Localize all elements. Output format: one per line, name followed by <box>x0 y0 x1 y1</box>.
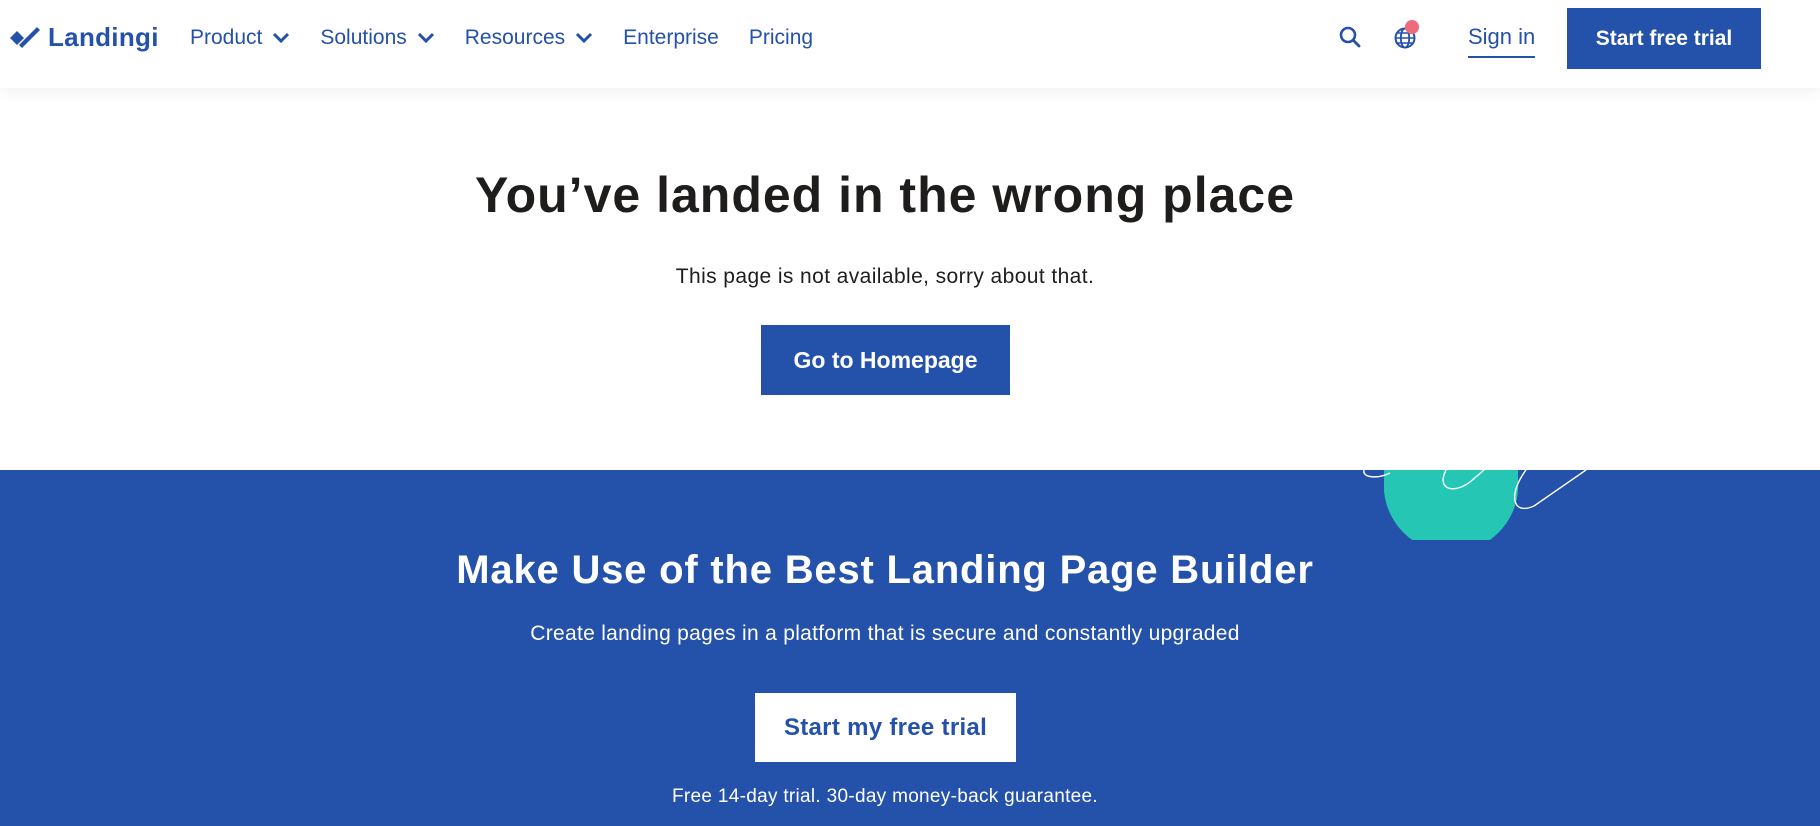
nav-item-solutions[interactable]: Solutions <box>320 26 434 50</box>
nav-item-enterprise[interactable]: Enterprise <box>623 26 719 50</box>
nav-item-pricing[interactable]: Pricing <box>749 26 813 50</box>
error-title: You’ve landed in the wrong place <box>474 167 1296 223</box>
decorative-shapes <box>1363 470 1587 540</box>
chevron-down-icon <box>273 32 290 44</box>
logo-text: Landingi <box>48 22 159 52</box>
nav-item-label: Pricing <box>748 26 814 49</box>
nav-item-label: Resources <box>464 26 566 49</box>
cta-title: Make Use of the Best Landing Page Builde… <box>456 548 1314 592</box>
chevron-down-icon <box>417 32 434 44</box>
nav-item-label: Solutions <box>320 26 407 49</box>
nav-item-label: Product <box>190 26 263 49</box>
chevron-down-icon <box>576 32 593 44</box>
nav-item-label: Enterprise <box>623 26 719 49</box>
search-icon[interactable] <box>1338 25 1362 49</box>
cta-section: Make Use of the Best Landing Page Builde… <box>0 470 1820 826</box>
site-header: Landingi Product Solutions Resources Ent… <box>0 0 1820 88</box>
start-free-trial-button[interactable]: Start free trial <box>1567 8 1761 69</box>
start-my-free-trial-button[interactable]: Start my free trial <box>755 693 1016 762</box>
error-subtitle: This page is not available, sorry about … <box>675 265 1095 288</box>
nav-item-product[interactable]: Product <box>190 26 290 50</box>
cta-note: Free 14-day trial. 30-day money-back gua… <box>672 786 1098 807</box>
go-to-homepage-button[interactable]: Go to Homepage <box>761 325 1010 395</box>
main-nav: Product Solutions Resources Enterprise P… <box>190 0 843 76</box>
sign-in-link[interactable]: Sign in <box>1468 24 1536 58</box>
nav-item-resources[interactable]: Resources <box>465 26 593 50</box>
notification-dot <box>1405 20 1419 34</box>
logo-icon <box>10 26 40 48</box>
cta-subtitle: Create landing pages in a platform that … <box>530 622 1240 645</box>
logo-link[interactable]: Landingi <box>10 22 159 53</box>
